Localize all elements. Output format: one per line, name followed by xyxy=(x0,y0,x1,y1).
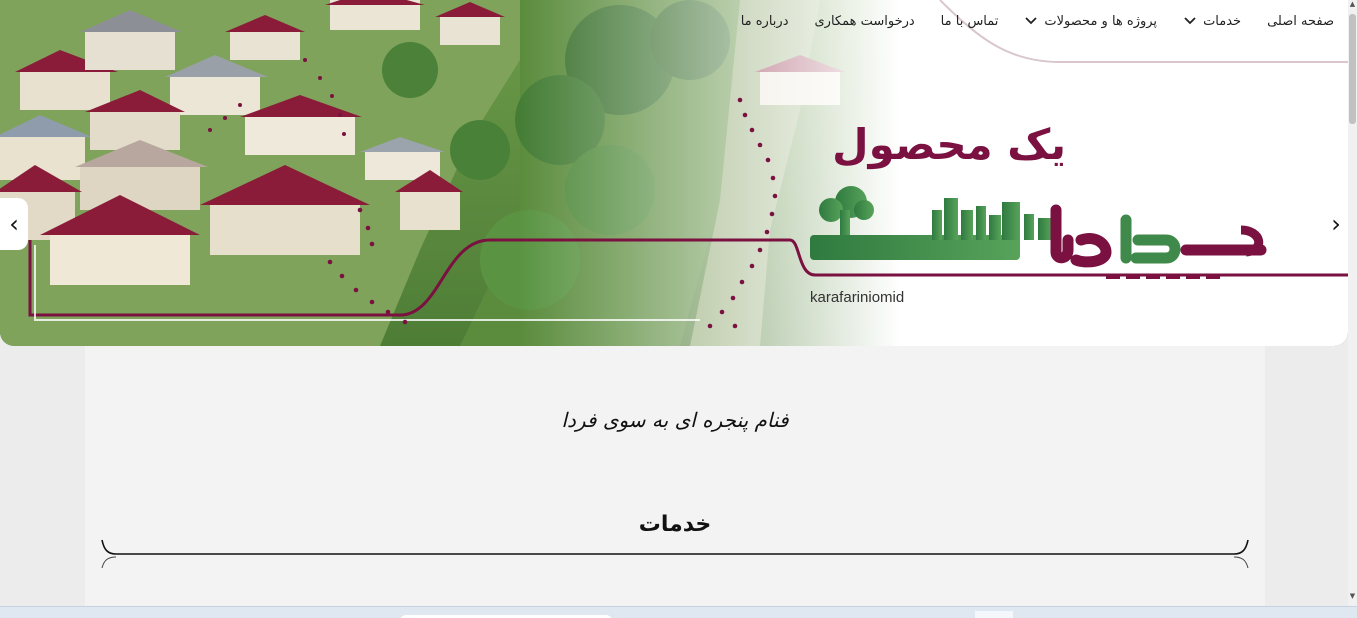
os-taskbar xyxy=(0,606,1357,618)
nav-item-home[interactable]: صفحه اصلی xyxy=(1267,14,1334,29)
page-scrollbar[interactable]: ▲ ▼ xyxy=(1348,0,1357,606)
hero-slider: صفحه اصلی خدمات پروژه ها و محصولات تماس … xyxy=(0,0,1348,346)
tagline: فنام پنجره ای به سوی فردا xyxy=(561,408,789,432)
chevron-left-icon: ‹ xyxy=(9,210,19,238)
section-title-services: خدمات xyxy=(638,512,712,537)
scroll-thumb[interactable] xyxy=(1349,14,1356,124)
nav-item-cooperation[interactable]: درخواست همکاری xyxy=(814,14,914,29)
nav-item-label: درباره ما xyxy=(740,13,789,29)
nav-item-label: خدمات xyxy=(1203,13,1242,29)
scroll-up-icon[interactable]: ▲ xyxy=(1348,0,1357,12)
hero-slogan: یک محصول xyxy=(832,120,1066,169)
nav-item-label: تماس با ما xyxy=(940,13,999,29)
nav-item-services[interactable]: خدمات xyxy=(1183,14,1241,29)
slider-prev-button[interactable]: ‹ xyxy=(0,198,28,250)
main-content: فنام پنجره ای به سوی فردا خدمات xyxy=(85,346,1265,608)
chevron-down-icon xyxy=(1184,17,1196,25)
slider-next-button[interactable]: › xyxy=(1322,198,1350,250)
nav-item-label: صفحه اصلی xyxy=(1267,13,1334,29)
chevron-down-icon xyxy=(1025,17,1038,25)
brand-logo xyxy=(810,186,1267,279)
section-divider xyxy=(101,539,1249,569)
nav-item-about[interactable]: درباره ما xyxy=(741,14,789,29)
village-hero-image xyxy=(0,0,1348,346)
brand-url: karafariniomid xyxy=(810,289,905,306)
taskbar-app-button[interactable] xyxy=(975,611,1013,618)
chevron-right-icon: › xyxy=(1331,210,1341,238)
nav-item-contact[interactable]: تماس با ما xyxy=(941,14,999,29)
nav-item-label: پروژه ها و محصولات xyxy=(1044,13,1158,29)
nav-item-projects[interactable]: پروژه ها و محصولات xyxy=(1024,14,1157,29)
scroll-down-icon[interactable]: ▼ xyxy=(1348,592,1357,604)
nav-item-label: درخواست همکاری xyxy=(814,13,915,29)
main-nav: صفحه اصلی خدمات پروژه ها و محصولات تماس … xyxy=(741,8,1334,34)
